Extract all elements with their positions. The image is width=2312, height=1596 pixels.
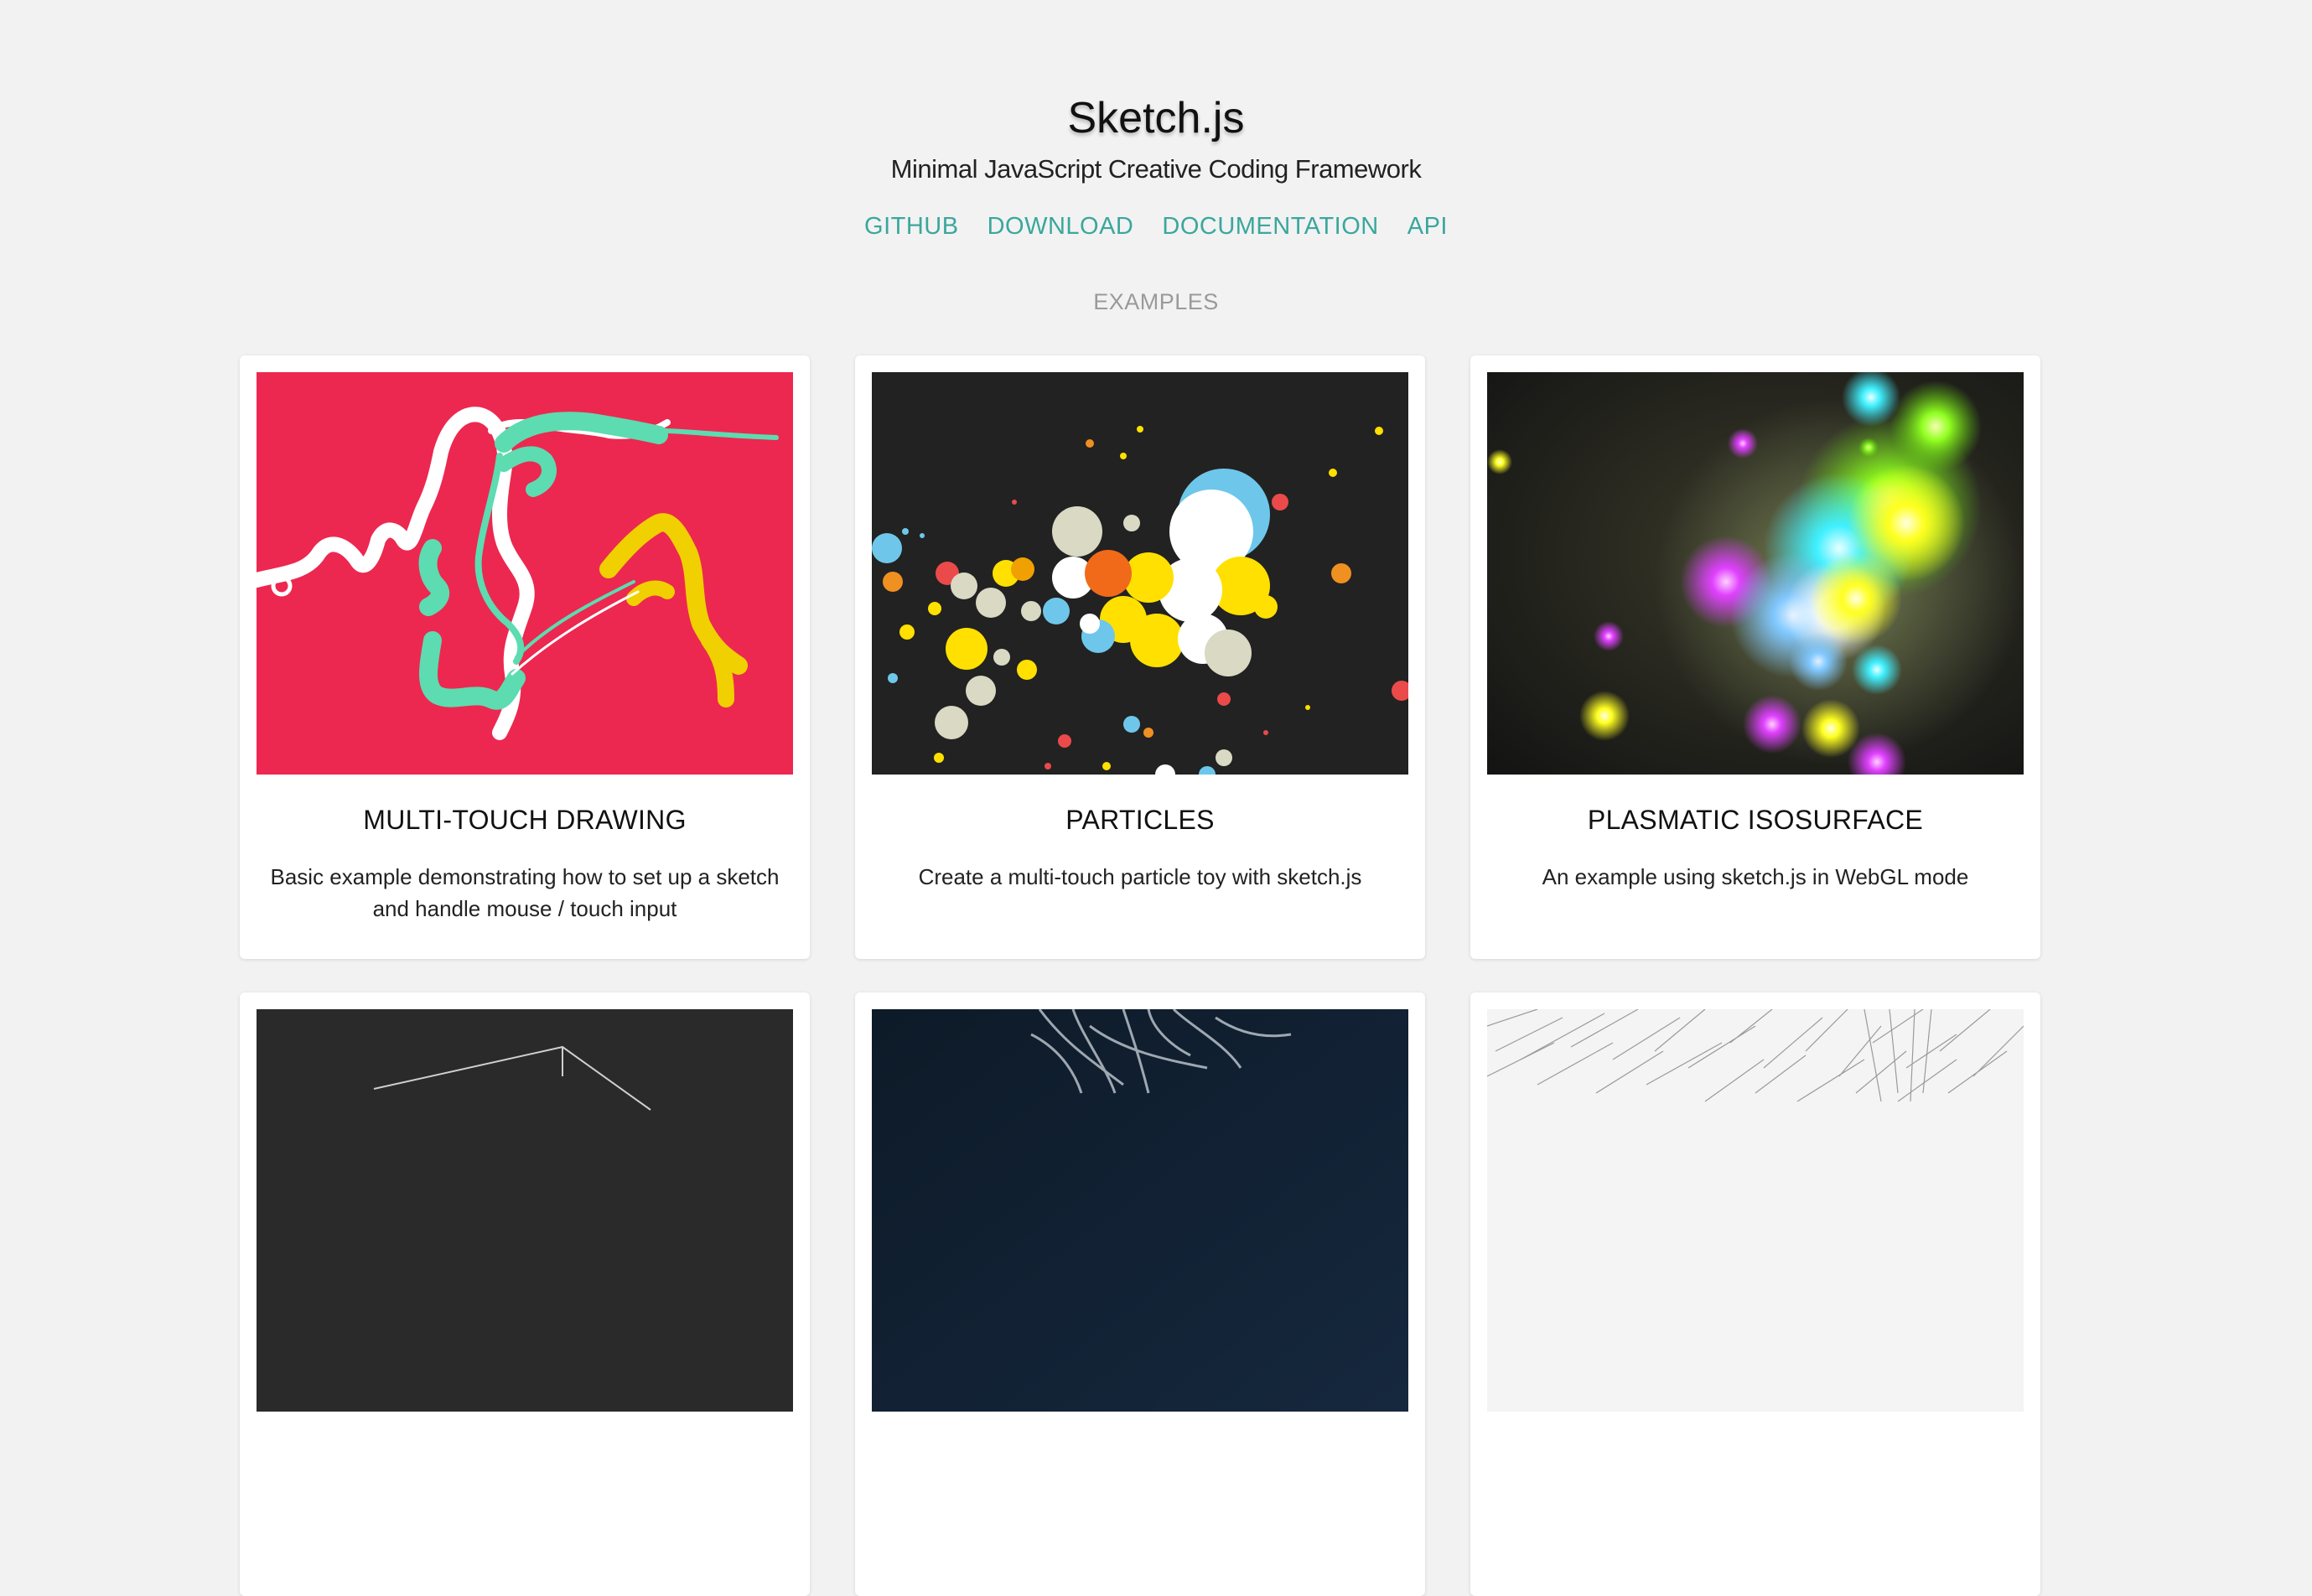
examples-heading: EXAMPLES <box>1093 289 1219 314</box>
nav-link-download[interactable]: DOWNLOAD <box>988 213 1134 241</box>
particles-thumbnail <box>872 372 1408 775</box>
card-description: Create a multi-touch particle toy with s… <box>918 864 1362 889</box>
page-title: Sketch.js <box>1067 94 1245 142</box>
example-card-wireframe[interactable] <box>240 992 810 1596</box>
card-title: PARTICLES <box>1065 805 1215 835</box>
nav-link-github[interactable]: GITHUB <box>864 213 959 241</box>
card-title: PLASMATIC ISOSURFACE <box>1587 805 1924 835</box>
example-card-particles[interactable]: PARTICLES Create a multi-touch particle … <box>855 355 1425 959</box>
example-card-plasmatic-isosurface[interactable]: PLASMATIC ISOSURFACE An example using sk… <box>1470 355 2040 959</box>
tentacles-thumbnail <box>872 1009 1408 1412</box>
example-card-sketch-lines[interactable] <box>1470 992 2040 1596</box>
nav-link-api[interactable]: API <box>1407 213 1448 241</box>
main-nav: GITHUB DOWNLOAD DOCUMENTATION API <box>0 213 2312 241</box>
example-card-tentacles[interactable] <box>855 992 1425 1596</box>
site-header: Sketch.js Minimal JavaScript Creative Co… <box>0 0 2312 315</box>
examples-grid: MULTI-TOUCH DRAWING Basic example demons… <box>240 355 2040 1596</box>
card-title: MULTI-TOUCH DRAWING <box>363 805 687 835</box>
wireframe-thumbnail <box>257 1009 793 1412</box>
plasmatic-isosurface-thumbnail <box>1487 372 2024 775</box>
card-description: Basic example demonstrating how to set u… <box>270 864 780 921</box>
page-subtitle: Minimal JavaScript Creative Coding Frame… <box>890 154 1422 184</box>
sketch-lines-thumbnail <box>1487 1009 2024 1412</box>
card-description: An example using sketch.js in WebGL mode <box>1542 864 1969 889</box>
multi-touch-drawing-thumbnail <box>257 372 793 775</box>
example-card-multi-touch-drawing[interactable]: MULTI-TOUCH DRAWING Basic example demons… <box>240 355 810 959</box>
nav-link-documentation[interactable]: DOCUMENTATION <box>1162 213 1378 241</box>
